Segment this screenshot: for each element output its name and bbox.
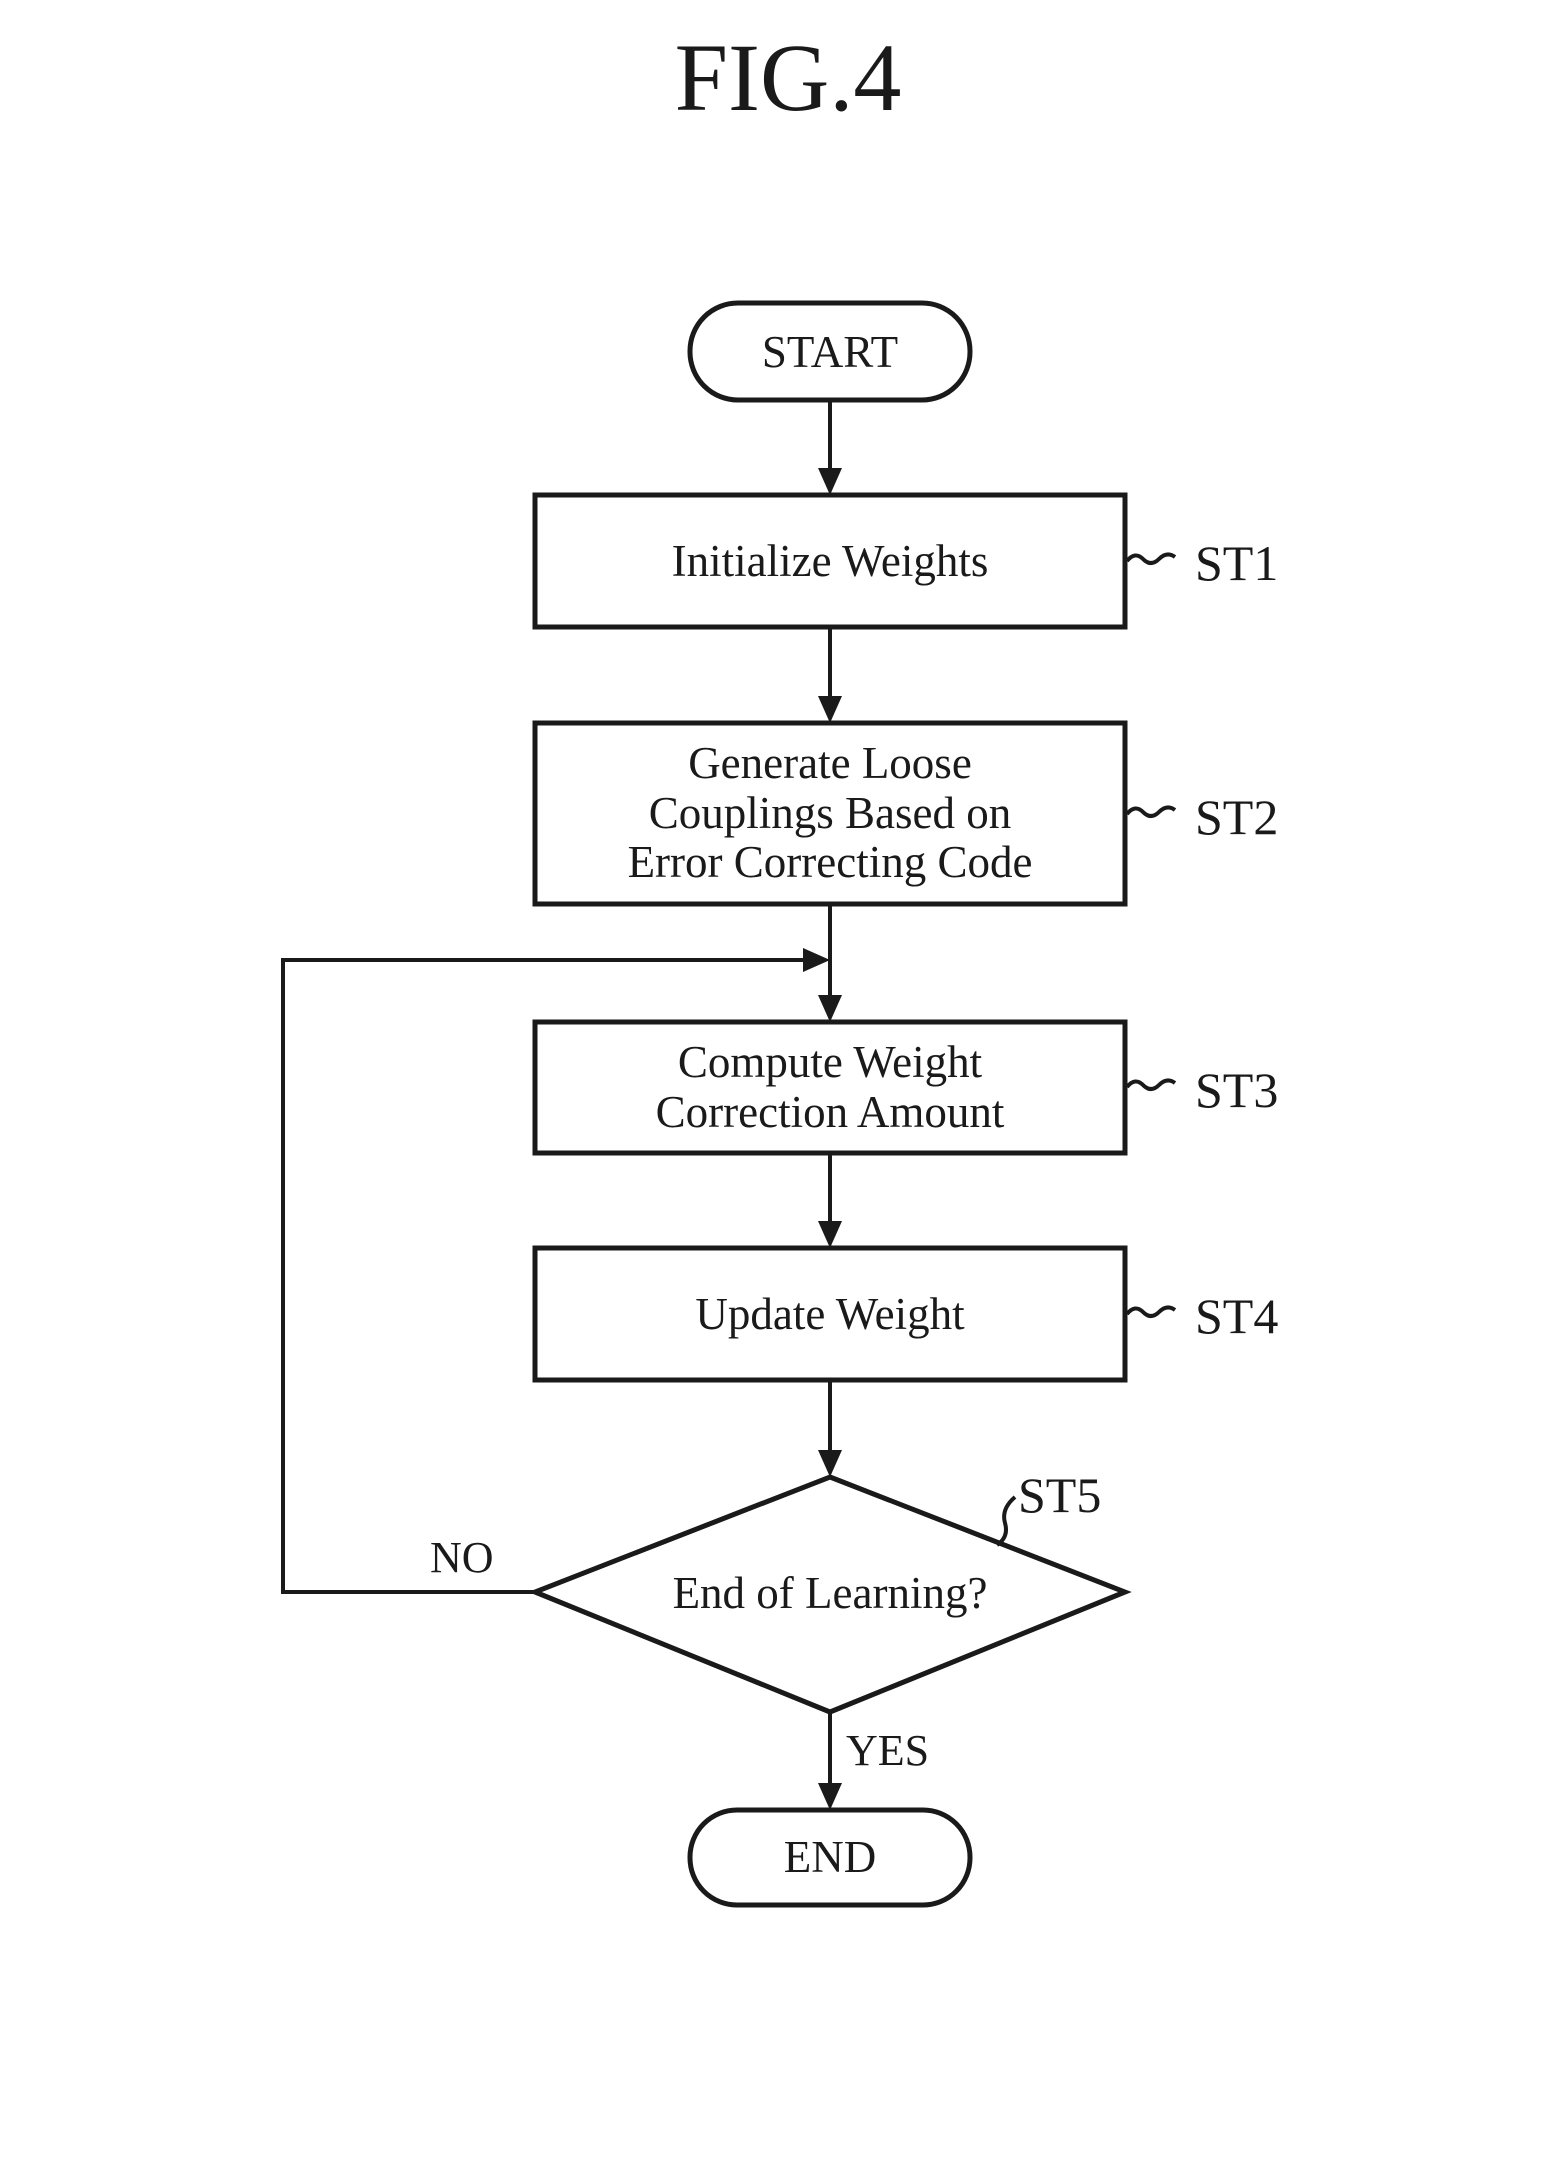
arrow-head-icon <box>818 995 842 1022</box>
no-branch-label: NO <box>430 1533 494 1582</box>
st5-ref-label: ST5 <box>1018 1467 1101 1523</box>
arrow-st5-to-end: YES <box>818 1712 929 1810</box>
arrow-head-icon <box>818 1783 842 1810</box>
arrow-head-icon <box>803 948 830 972</box>
end-terminator: END <box>687 1807 973 1908</box>
arrow-st4-to-st5 <box>818 1380 842 1477</box>
arrow-st1-to-st2 <box>818 627 842 723</box>
st1-ref-label: ST1 <box>1195 535 1278 591</box>
st3-leader-tilde-icon <box>1125 1078 1177 1091</box>
st5-text-line: End of Learning? <box>673 1568 988 1618</box>
step-st1: Initialize Weights ST1 <box>532 492 1278 630</box>
st1-leader-tilde-icon <box>1125 552 1177 565</box>
step-st4: Update Weight ST4 <box>532 1245 1278 1383</box>
st2-leader-tilde-icon <box>1125 805 1177 818</box>
decision-st5: End of Learning? ST5 <box>528 1467 1132 1715</box>
arrow-head-icon <box>818 1450 842 1477</box>
st5-leader-curve-icon <box>995 1495 1017 1547</box>
st4-leader-tilde-icon <box>1125 1305 1177 1318</box>
step-st3: Compute Weight Correction Amount ST3 <box>532 1019 1278 1156</box>
arrow-head-icon <box>818 696 842 723</box>
st2-ref-label: ST2 <box>1195 789 1278 845</box>
start-terminator: START <box>687 300 973 403</box>
st2-text-line: Generate Loose <box>688 738 972 788</box>
st4-ref-label: ST4 <box>1195 1288 1278 1344</box>
start-label: START <box>762 327 898 377</box>
st2-text-line: Error Correcting Code <box>628 837 1033 887</box>
flowchart: FIG.4 START Initialize Weights ST1 Gener… <box>281 24 1278 1908</box>
st1-text-line: Initialize Weights <box>672 536 989 586</box>
arrow-start-to-st1 <box>818 400 842 495</box>
yes-branch-label: YES <box>846 1726 929 1775</box>
st3-text-line: Correction Amount <box>656 1087 1005 1137</box>
st2-text-line: Couplings Based on <box>649 788 1012 838</box>
end-label: END <box>784 1832 876 1882</box>
st4-text-line: Update Weight <box>695 1289 965 1339</box>
arrow-st3-to-st4 <box>818 1153 842 1248</box>
arrow-head-icon <box>818 1221 842 1248</box>
figure-title: FIG.4 <box>675 24 902 131</box>
step-st2: Generate Loose Couplings Based on Error … <box>532 720 1278 907</box>
arrow-head-icon <box>818 468 842 495</box>
st3-ref-label: ST3 <box>1195 1062 1278 1118</box>
st3-text-line: Compute Weight <box>678 1037 983 1087</box>
